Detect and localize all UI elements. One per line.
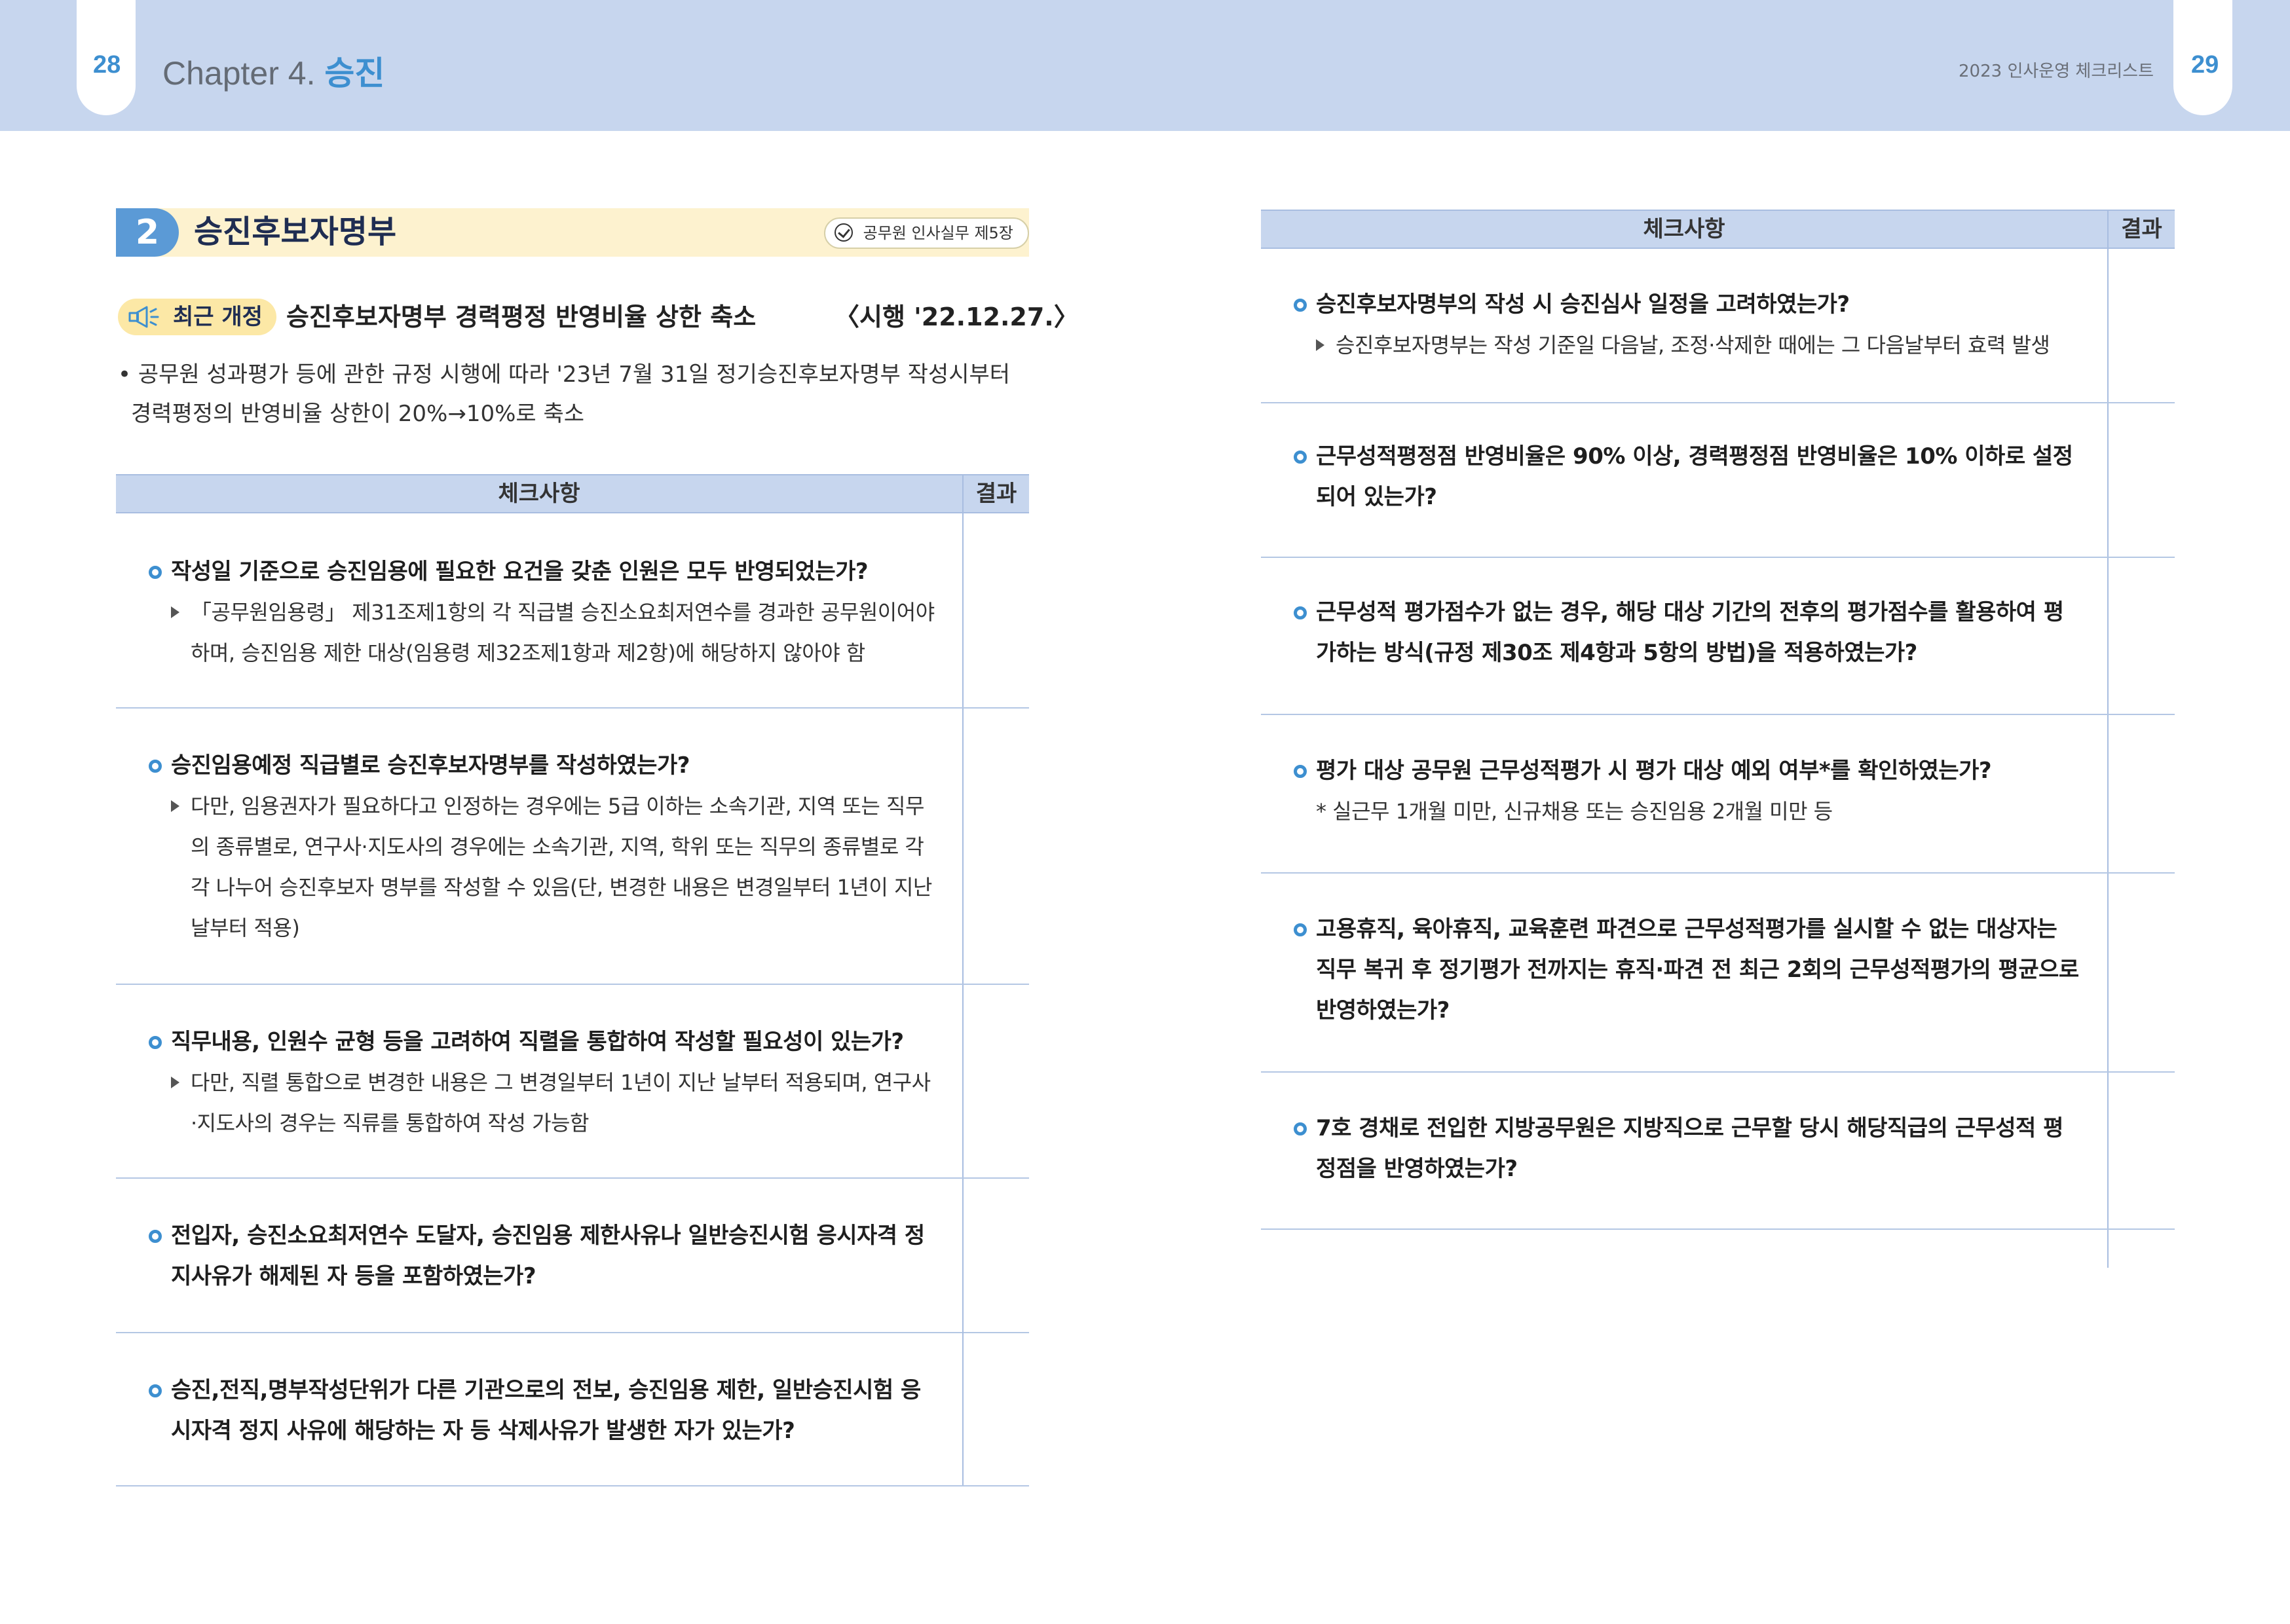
right-item-5: 고용휴직, 육아휴직, 교육훈련 파견으로 근무성적평가를 실시할 수 없는 대…: [1294, 909, 2080, 1031]
left-item-2: 승진임용예정 직급별로 승진후보자명부를 작성하였는가? 다만, 임용권자가 필…: [149, 745, 935, 948]
left-checklist-table: 체크사항 결과 작성일 기준으로 승진임용에 필요한 요건을 갖춘 인원은 모두…: [116, 474, 1029, 1486]
checklist-question: 전입자, 승진소요최저연수 도달자, 승진임용 제한사유나 일반승진시험 응시자…: [149, 1215, 935, 1297]
row-divider: [116, 1177, 1029, 1179]
revision-title: 승진후보자명부 경력평정 반영비율 상한 축소: [286, 303, 757, 331]
left-result-column-line: [962, 1306, 964, 1485]
right-checklist-table: 체크사항 결과 승진후보자명부의 작성 시 승진심사 일정을 고려하였는가? 승…: [1261, 210, 2175, 1268]
checklist-detail: 승진후보자명부는 작성 기준일 다음날, 조정·삭제한 때에는 그 다음날부터 …: [1294, 325, 2080, 365]
left-header-check: 체크사항: [498, 481, 580, 507]
triangle-bullet-icon: [171, 1077, 179, 1088]
row-divider: [1261, 1071, 2175, 1073]
left-item-4: 전입자, 승진소요최저연수 도달자, 승진임용 제한사유나 일반승진시험 응시자…: [149, 1215, 935, 1297]
chapter-name: 승진: [324, 55, 385, 92]
left-header-result: 결과: [962, 475, 1029, 512]
left-item-3: 직무내용, 인원수 균형 등을 고려하여 직렬을 통합하여 작성할 필요성이 있…: [149, 1022, 935, 1143]
checklist-question: 근무성적 평가점수가 없는 경우, 해당 대상 기간의 전후의 평가점수를 활용…: [1294, 592, 2080, 673]
checklist-question: 고용휴직, 육아휴직, 교육훈련 파견으로 근무성적평가를 실시할 수 없는 대…: [1294, 909, 2080, 1031]
revision-body: • 공무원 성과평가 등에 관한 규정 시행에 따라 '23년 7월 31일 정…: [118, 361, 1011, 427]
left-result-column-line: [962, 513, 964, 1306]
bullet-ring-icon: [149, 1036, 162, 1049]
row-divider: [116, 707, 1029, 709]
checklist-detail: 다만, 직렬 통합으로 변경한 내용은 그 변경일부터 1년이 지난 날부터 적…: [149, 1062, 935, 1143]
right-item-3: 근무성적 평가점수가 없는 경우, 해당 대상 기간의 전후의 평가점수를 활용…: [1294, 592, 2080, 673]
triangle-bullet-icon: [171, 606, 179, 618]
reference-tag: 공무원 인사실무 제5장: [824, 217, 1029, 249]
right-item-6: 7호 경채로 전입한 지방공무원은 지방직으로 근무할 당시 해당직급의 근무성…: [1294, 1108, 2080, 1189]
chapter-prefix: Chapter 4.: [162, 55, 316, 92]
bullet-ring-icon: [149, 760, 162, 773]
row-divider: [1261, 402, 2175, 403]
triangle-bullet-icon: [171, 800, 179, 812]
bullet-ring-icon: [1294, 765, 1307, 778]
right-item-2: 근무성적평정점 반영비율은 90% 이상, 경력평정점 반영비율은 10% 이하…: [1294, 436, 2080, 517]
checklist-note: * 실근무 1개월 미만, 신규채용 또는 승진임용 2개월 미만 등: [1316, 799, 1833, 824]
check-circle-icon: [835, 223, 853, 242]
section-title: 승진후보자명부: [194, 213, 397, 250]
left-table-header: 체크사항 결과: [116, 474, 1029, 513]
bullet-ring-icon: [149, 1384, 162, 1397]
bullet-ring-icon: [149, 1230, 162, 1243]
right-header-check: 체크사항: [1643, 216, 1725, 242]
bullet-ring-icon: [1294, 451, 1307, 464]
checklist-question: 직무내용, 인원수 균형 등을 고려하여 직렬을 통합하여 작성할 필요성이 있…: [149, 1022, 935, 1062]
right-item-1: 승진후보자명부의 작성 시 승진심사 일정을 고려하였는가? 승진후보자명부는 …: [1294, 284, 2080, 365]
row-divider: [116, 1485, 1029, 1486]
checklist-question: 작성일 기준으로 승진임용에 필요한 요건을 갖춘 인원은 모두 반영되었는가?: [149, 551, 935, 592]
chapter-title: Chapter 4. 승진: [162, 47, 385, 94]
checklist-question: 승진후보자명부의 작성 시 승진심사 일정을 고려하였는가?: [1294, 284, 2080, 325]
row-divider: [1261, 557, 2175, 558]
bullet-ring-icon: [1294, 923, 1307, 936]
checklist-question: 평가 대상 공무원 근무성적평가 시 평가 대상 예외 여부*를 확인하였는가?: [1294, 750, 2080, 791]
row-divider: [1261, 1228, 2175, 1230]
running-title: 2023 인사운영 체크리스트: [1959, 62, 2154, 81]
triangle-bullet-icon: [1316, 339, 1324, 351]
megaphone-icon: [128, 306, 159, 328]
right-table-header: 체크사항 결과: [1261, 210, 2175, 249]
row-divider: [116, 984, 1029, 985]
checklist-question: 승진,전직,명부작성단위가 다른 기관으로의 전보, 승진임용 제한, 일반승진…: [149, 1370, 935, 1451]
checklist-question: 근무성적평정점 반영비율은 90% 이상, 경력평정점 반영비율은 10% 이하…: [1294, 436, 2080, 517]
bullet-ring-icon: [1294, 1122, 1307, 1135]
bullet-ring-icon: [1294, 606, 1307, 619]
checklist-detail: 다만, 임용권자가 필요하다고 인정하는 경우에는 5급 이하는 소속기관, 지…: [149, 786, 935, 948]
right-item-4: 평가 대상 공무원 근무성적평가 시 평가 대상 예외 여부*를 확인하였는가?…: [1294, 750, 2080, 832]
bullet-ring-icon: [1294, 299, 1307, 312]
revision-date: 〈시행 '22.12.27.〉: [835, 303, 1079, 331]
row-divider: [1261, 714, 2175, 715]
left-page-number: 28: [93, 51, 121, 79]
right-page-number: 29: [2191, 51, 2219, 79]
checklist-question: 7호 경채로 전입한 지방공무원은 지방직으로 근무할 당시 해당직급의 근무성…: [1294, 1108, 2080, 1189]
revision-badge-label: 최근 개정: [173, 304, 263, 330]
left-item-1: 작성일 기준으로 승진임용에 필요한 요건을 갖춘 인원은 모두 반영되었는가?…: [149, 551, 935, 673]
section-number: 2: [116, 208, 179, 257]
right-header-result: 결과: [2107, 211, 2175, 248]
row-divider: [116, 1332, 1029, 1333]
reference-text: 공무원 인사실무 제5장: [863, 224, 1013, 242]
bullet-ring-icon: [149, 566, 162, 579]
checklist-question: 승진임용예정 직급별로 승진후보자명부를 작성하였는가?: [149, 745, 935, 786]
row-divider: [1261, 872, 2175, 874]
left-item-5: 승진,전직,명부작성단위가 다른 기관으로의 전보, 승진임용 제한, 일반승진…: [149, 1370, 935, 1451]
revision-badge: 최근 개정: [118, 299, 276, 335]
checklist-detail: 「공무원임용령」 제31조제1항의 각 직급별 승진소요최저연수를 경과한 공무…: [149, 592, 935, 673]
